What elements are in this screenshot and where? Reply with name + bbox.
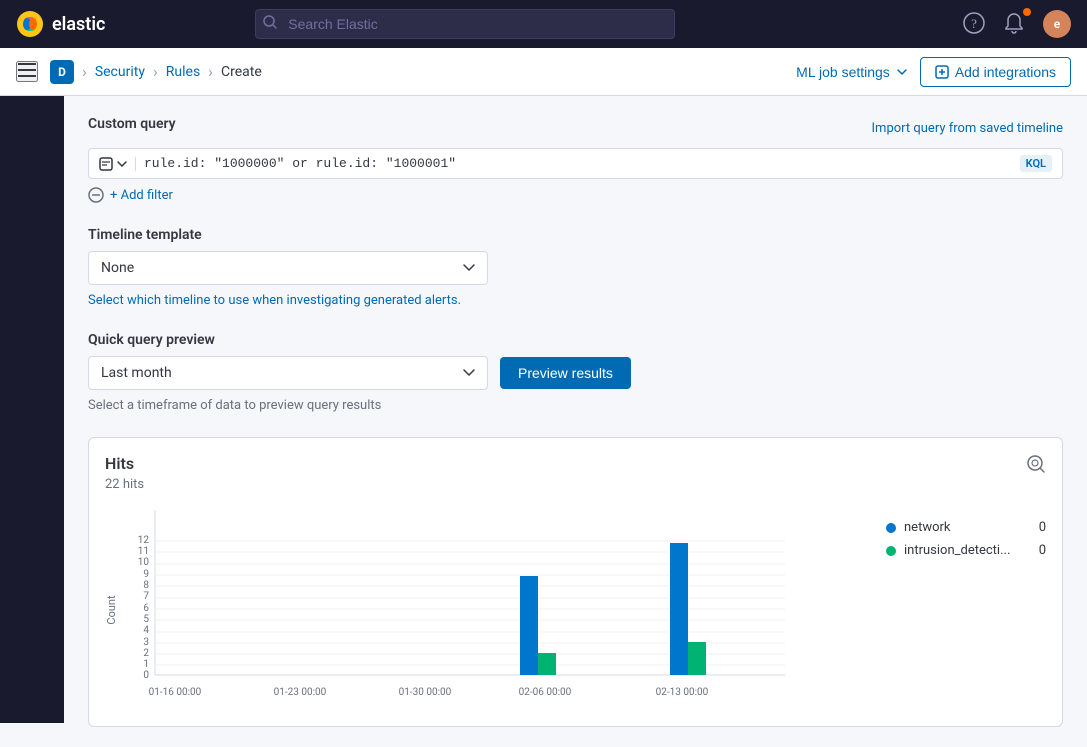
query-type-button[interactable] — [99, 157, 136, 171]
sidebar — [0, 48, 64, 723]
kql-badge: KQL — [1020, 155, 1052, 172]
bar-network-2 — [670, 543, 688, 675]
breadcrumb-sep-3: › — [208, 62, 213, 81]
import-query-link[interactable]: Import query from saved timeline — [872, 121, 1063, 136]
bar-intrusion-2 — [688, 642, 706, 675]
help-icon[interactable]: ? — [963, 12, 987, 36]
svg-text:01-30 00:00: 01-30 00:00 — [399, 687, 452, 698]
legend-label-network: network — [904, 520, 1031, 535]
search-icon — [263, 15, 277, 33]
hits-chart: Count 0 1 2 3 4 5 6 7 8 9 10 11 — [105, 500, 805, 710]
legend-value-intrusion: 0 — [1039, 543, 1046, 558]
navbar-right: ? e — [963, 10, 1071, 38]
ml-settings-button[interactable]: ML job settings — [796, 64, 908, 80]
legend-label-intrusion: intrusion_detecti... — [904, 543, 1031, 558]
svg-text:12: 12 — [138, 535, 150, 546]
breadcrumb: D › Security › Rules › Create — [50, 60, 262, 84]
breadcrumb-create: Create — [221, 64, 262, 80]
custom-query-label: Custom query — [88, 116, 176, 132]
breadcrumb-security[interactable]: Security — [95, 64, 145, 80]
svg-text:02-06 00:00: 02-06 00:00 — [519, 687, 572, 698]
svg-text:?: ? — [971, 16, 977, 31]
svg-text:1: 1 — [143, 659, 149, 670]
inspect-icon[interactable] — [1026, 454, 1046, 478]
svg-text:6: 6 — [143, 603, 149, 614]
navbar: elastic ? e — [0, 0, 1087, 48]
svg-text:5: 5 — [143, 614, 149, 625]
hits-title: Hits — [105, 454, 144, 473]
hits-title-group: Hits 22 hits — [105, 454, 144, 492]
legend-dot-intrusion — [886, 546, 896, 556]
preview-results-button[interactable]: Preview results — [500, 357, 631, 389]
add-integrations-button[interactable]: Add integrations — [920, 57, 1071, 87]
timeline-template-section: Timeline template None Select which time… — [88, 227, 1063, 308]
custom-query-section: Custom query Import query from saved tim… — [88, 116, 1063, 203]
svg-text:02-13 00:00: 02-13 00:00 — [656, 687, 709, 698]
user-avatar[interactable]: e — [1043, 10, 1071, 38]
svg-text:2: 2 — [143, 648, 149, 659]
elastic-logo-icon — [16, 10, 44, 38]
timeline-template-value: None — [101, 260, 134, 276]
legend-value-network: 0 — [1039, 520, 1046, 535]
svg-text:01-16 00:00: 01-16 00:00 — [149, 687, 202, 698]
svg-text:9: 9 — [143, 569, 149, 580]
breadcrumb-bar: D › Security › Rules › Create ML job set… — [0, 48, 1087, 96]
breadcrumb-sep-2: › — [153, 62, 158, 81]
legend-item-network: network 0 — [886, 520, 1046, 535]
svg-text:0: 0 — [143, 670, 149, 681]
search-bar — [255, 9, 675, 39]
logo[interactable]: elastic — [16, 10, 105, 38]
bar-network-1 — [520, 576, 538, 675]
svg-text:8: 8 — [143, 580, 149, 591]
hits-header: Hits 22 hits — [105, 454, 1046, 492]
timeline-template-description: Select which timeline to use when invest… — [88, 293, 1063, 308]
breadcrumb-sep-1: › — [82, 62, 87, 81]
svg-text:01-23 00:00: 01-23 00:00 — [274, 687, 327, 698]
notification-badge — [1023, 8, 1031, 16]
legend-dot-network — [886, 523, 896, 533]
timeframe-value: Last month — [101, 365, 172, 381]
hits-container: Hits 22 hits Count — [88, 437, 1063, 727]
legend-item-intrusion: intrusion_detecti... 0 — [886, 543, 1046, 558]
navbar-actions: ML job settings Add integrations — [796, 57, 1071, 87]
chart-legend: network 0 intrusion_detecti... 0 — [886, 500, 1046, 558]
quick-preview-section: Quick query preview Last month Preview r… — [88, 332, 1063, 413]
search-input[interactable] — [255, 9, 675, 39]
svg-text:11: 11 — [138, 546, 149, 557]
bar-intrusion-1 — [538, 653, 556, 675]
preview-row: Last month Preview results — [88, 356, 1063, 390]
timeline-template-select[interactable]: None — [88, 251, 488, 285]
add-integrations-label: Add integrations — [955, 64, 1056, 80]
add-filter-row[interactable]: + Add filter — [88, 187, 1063, 203]
chart-area: Count 0 1 2 3 4 5 6 7 8 9 10 11 — [105, 500, 1046, 710]
svg-text:3: 3 — [143, 637, 149, 648]
query-input-row: rule.id: "1000000" or rule.id: "1000001"… — [88, 148, 1063, 179]
ml-settings-label: ML job settings — [796, 64, 890, 80]
preview-hint: Select a timeframe of data to preview qu… — [88, 398, 1063, 413]
hamburger-button[interactable] — [16, 61, 38, 82]
breadcrumb-badge: D — [50, 60, 74, 84]
bell-icon[interactable] — [1003, 12, 1027, 36]
logo-text: elastic — [52, 14, 105, 35]
svg-text:10: 10 — [138, 557, 150, 568]
main-content: Custom query Import query from saved tim… — [64, 96, 1087, 747]
query-text: rule.id: "1000000" or rule.id: "1000001" — [144, 156, 1012, 171]
svg-text:Count: Count — [105, 595, 118, 625]
custom-query-header: Custom query Import query from saved tim… — [88, 116, 1063, 140]
hits-count: 22 hits — [105, 477, 144, 492]
chart-wrap: Count 0 1 2 3 4 5 6 7 8 9 10 11 — [105, 500, 862, 710]
quick-preview-label: Quick query preview — [88, 332, 1063, 348]
timeline-template-label: Timeline template — [88, 227, 1063, 243]
breadcrumb-rules[interactable]: Rules — [166, 64, 200, 80]
timeframe-select[interactable]: Last month — [88, 356, 488, 390]
svg-text:7: 7 — [143, 591, 149, 602]
add-filter-label: + Add filter — [110, 188, 173, 203]
svg-text:4: 4 — [143, 625, 149, 636]
